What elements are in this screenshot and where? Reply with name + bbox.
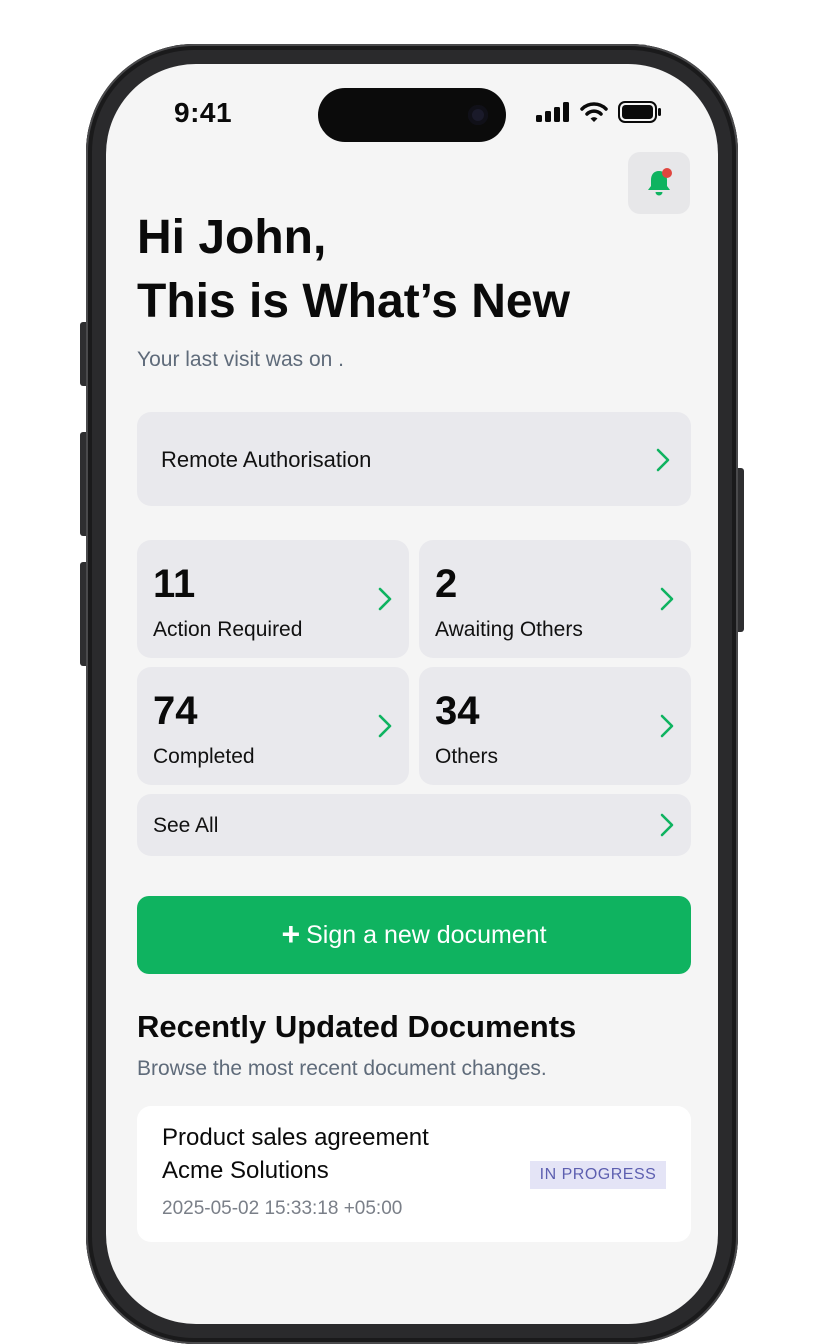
document-name: Product sales agreement <box>162 1124 429 1151</box>
stat-label: Others <box>435 745 499 768</box>
cellular-signal-icon <box>536 102 569 122</box>
status-time: 9:41 <box>174 97 233 128</box>
stat-label: Action Required <box>153 618 303 641</box>
sign-new-document-label: Sign a new document <box>306 920 547 949</box>
document-date: 2025-05-02 15:33:18 +05:00 <box>162 1198 403 1219</box>
status-badge: IN PROGRESS <box>530 1161 666 1189</box>
greeting-line-2: This is What’s New <box>137 275 570 328</box>
greeting-line-1: Hi John, <box>137 211 327 264</box>
see-all-button[interactable]: See All <box>137 794 691 856</box>
page-title: Hi John, This is What’s New <box>137 206 570 334</box>
stat-card-completed[interactable]: 74 Completed <box>137 667 409 785</box>
chevron-right-icon <box>656 448 670 472</box>
stat-count: 34 <box>435 689 480 733</box>
stat-count: 74 <box>153 689 198 733</box>
document-card[interactable]: Product sales agreement Acme Solutions 2… <box>137 1106 691 1242</box>
chevron-right-icon <box>660 714 674 738</box>
stat-card-others[interactable]: 34 Others <box>419 667 691 785</box>
chevron-right-icon <box>660 813 674 837</box>
stat-count: 11 <box>153 562 196 606</box>
chevron-right-icon <box>660 587 674 611</box>
remote-authorisation-card[interactable]: Remote Authorisation <box>137 412 691 506</box>
section-subtitle: Browse the most recent document changes. <box>137 1057 547 1080</box>
bell-icon <box>648 168 672 196</box>
section-title: Recently Updated Documents <box>137 1009 577 1044</box>
document-company: Acme Solutions <box>162 1157 329 1184</box>
sign-new-document-button[interactable]: + Sign a new document <box>137 896 691 974</box>
wifi-icon <box>580 102 608 122</box>
stat-count: 2 <box>435 562 458 606</box>
camera-icon <box>468 105 488 125</box>
status-bar: 9:41 <box>106 64 718 160</box>
stat-label: Awaiting Others <box>435 618 583 641</box>
see-all-label: See All <box>153 814 219 837</box>
stat-label: Completed <box>153 745 255 768</box>
stat-card-action-required[interactable]: 11 Action Required <box>137 540 409 658</box>
last-visit-text: Your last visit was on . <box>137 348 344 371</box>
battery-icon <box>618 101 661 123</box>
chevron-right-icon <box>378 587 392 611</box>
notifications-button[interactable] <box>628 152 690 214</box>
dynamic-island <box>318 88 506 142</box>
chevron-right-icon <box>378 714 392 738</box>
remote-authorisation-label: Remote Authorisation <box>161 447 372 472</box>
phone-screen: 9:41 Hi John, This is What’s New Your la… <box>106 64 718 1324</box>
plus-icon: + <box>281 915 301 952</box>
status-icons <box>536 101 662 123</box>
stat-card-awaiting-others[interactable]: 2 Awaiting Others <box>419 540 691 658</box>
